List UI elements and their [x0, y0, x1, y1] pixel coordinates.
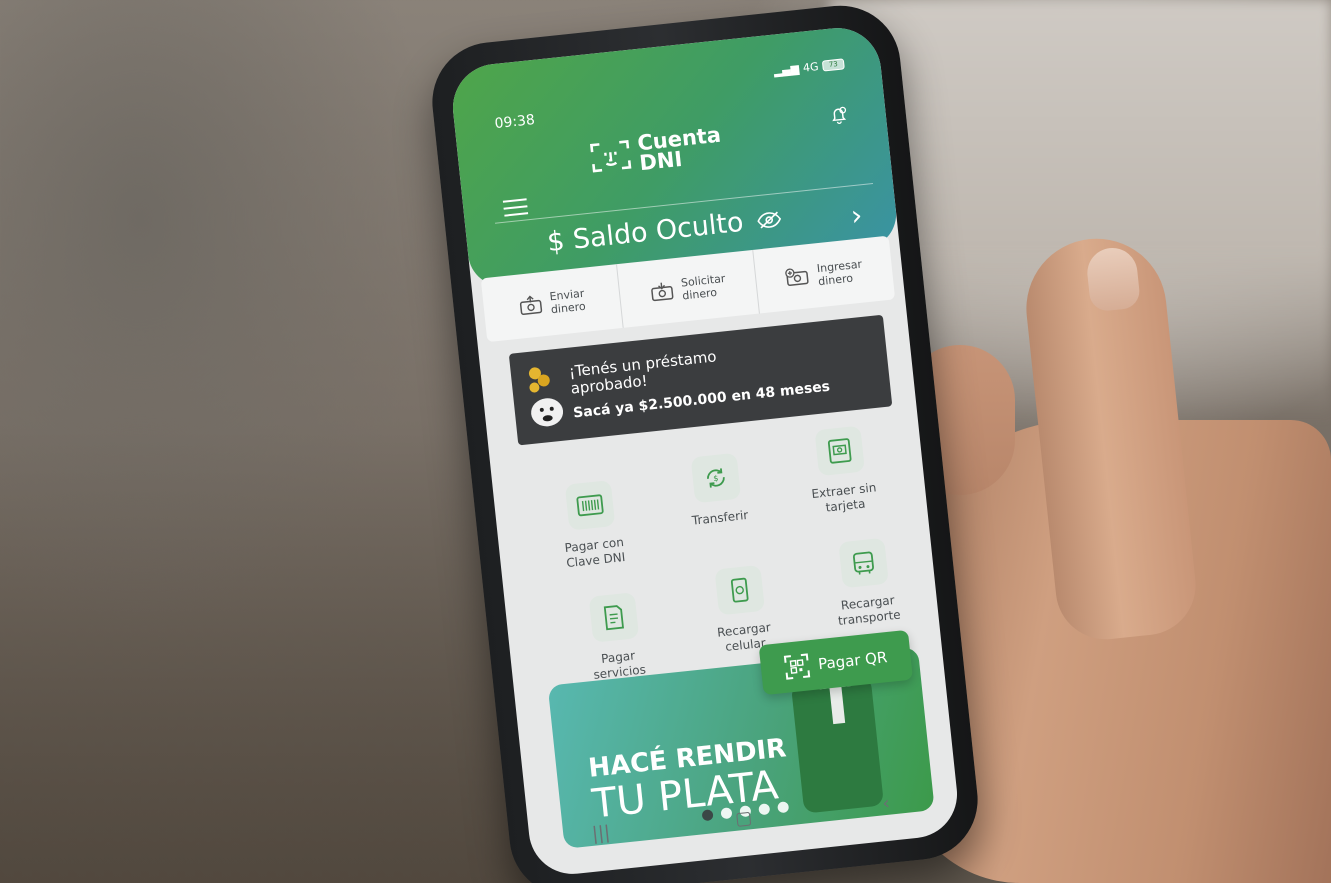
pay-qr-label: Pagar QR — [817, 648, 889, 674]
back-button[interactable]: ‹ — [855, 789, 917, 816]
barcode-icon — [576, 494, 604, 517]
transfer-icon: $ — [707, 468, 725, 488]
network-type: 4G — [802, 60, 820, 75]
action-deposit-money[interactable]: Ingresar dinero — [753, 236, 895, 314]
action-send-money[interactable]: Enviar dinero — [480, 264, 624, 343]
logo-line2: DNI — [638, 146, 684, 176]
status-time: 09:38 — [493, 112, 536, 133]
bill-icon — [603, 605, 624, 631]
phone-recharge-icon — [730, 577, 749, 603]
status-indicators: ▂▄▆ 4G 73 — [773, 57, 845, 78]
send-money-icon — [519, 295, 542, 316]
atm-icon — [827, 438, 852, 464]
home-button[interactable]: ▢ — [713, 804, 775, 831]
action-request-money[interactable]: Solicitar dinero — [616, 249, 760, 328]
service-withdraw[interactable]: Extraer sin tarjeta — [783, 422, 901, 519]
loan-banner[interactable]: ¡Tenés un préstamo aprobado! Sacá ya $2.… — [508, 314, 893, 446]
service-transfer[interactable]: $ Transferir — [659, 449, 776, 531]
bus-icon — [852, 551, 874, 575]
service-pay-bills[interactable]: Pagar servicios — [557, 589, 675, 686]
svg-text:$: $ — [713, 474, 719, 483]
cuenta-dni-logo: Cuenta DNI — [587, 123, 724, 179]
phone-screen: 09:38 ▂▄▆ 4G 73 Cuenta DNI $ Saldo Ocult… — [448, 23, 962, 879]
signal-icon: ▂▄▆ — [773, 62, 800, 78]
service-label-1: Transferir — [691, 507, 749, 528]
chevron-right-icon[interactable]: › — [849, 198, 864, 232]
notification-bell-icon[interactable] — [827, 103, 851, 127]
action-label-2: dinero — [550, 299, 587, 317]
request-money-icon — [650, 282, 674, 302]
smartphone: 09:38 ▂▄▆ 4G 73 Cuenta DNI $ Saldo Ocult… — [426, 0, 984, 883]
face-scan-icon — [589, 140, 632, 173]
deposit-money-icon — [785, 268, 809, 286]
service-pay-dni[interactable]: Pagar con Clave DNI — [533, 477, 651, 574]
qr-code-icon — [784, 653, 811, 680]
mascot-icon — [528, 367, 564, 427]
hidden-eye-icon[interactable] — [756, 210, 782, 229]
recent-apps-button[interactable]: ||| — [570, 819, 632, 846]
battery-icon: 73 — [821, 58, 845, 72]
service-transport-recharge[interactable]: Recargar transporte — [806, 534, 924, 631]
hamburger-menu-icon[interactable] — [502, 197, 529, 217]
